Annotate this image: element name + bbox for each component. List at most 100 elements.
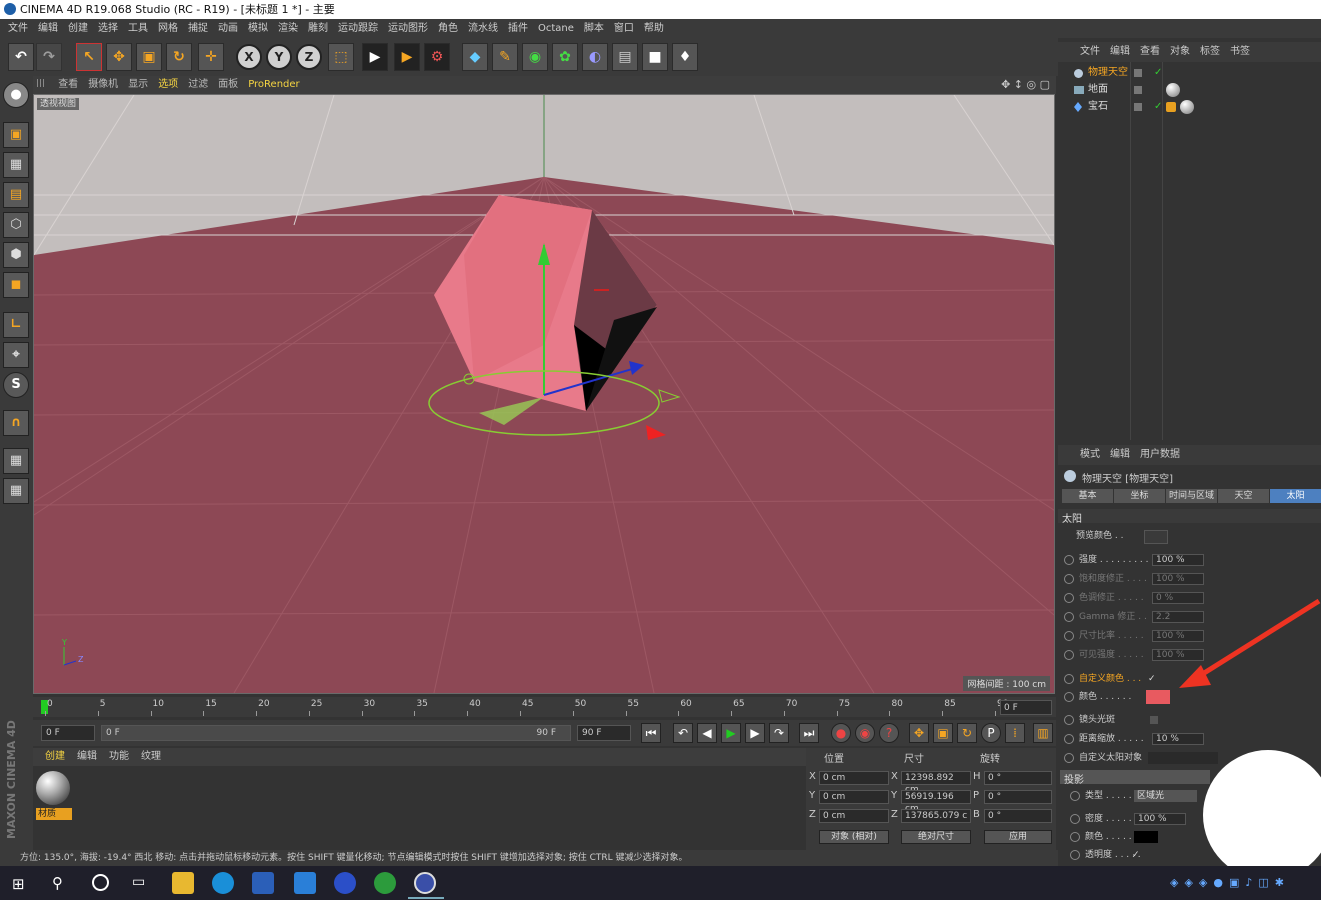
workplane-mode-icon[interactable]: ▤ — [3, 182, 29, 208]
key-rotation-icon[interactable]: ↻ — [957, 723, 977, 743]
magnet-icon[interactable]: ∩ — [3, 410, 29, 436]
animate-dot-icon[interactable] — [1064, 752, 1074, 763]
menu-item[interactable]: 选择 — [98, 19, 118, 38]
wechat-icon[interactable] — [374, 872, 396, 894]
planar-workplane-icon[interactable]: ▦ — [3, 478, 29, 504]
sun-field-value[interactable]: 100 % — [1152, 554, 1204, 566]
polygons-mode-icon[interactable]: ◼ — [3, 272, 29, 298]
menu-item[interactable]: 插件 — [508, 19, 528, 38]
density-field[interactable]: 100 % — [1134, 813, 1186, 825]
size-y-field[interactable]: 56919.196 cm — [901, 790, 971, 814]
shadow-color-row[interactable]: 颜色 . . . . . . — [1070, 829, 1158, 845]
pen-spline-icon[interactable]: ✎ — [492, 43, 518, 71]
menu-item[interactable]: Octane — [538, 19, 574, 38]
pos-z-field[interactable]: 0 cm — [819, 809, 889, 823]
floor-scene-icon[interactable]: ▤ — [612, 43, 638, 71]
render-view-icon[interactable]: ▶ — [362, 43, 388, 71]
tab-2[interactable]: 时间与区域 — [1166, 489, 1217, 503]
select-tool-icon[interactable]: ↖ — [76, 43, 102, 71]
animate-dot-icon[interactable] — [1064, 611, 1074, 622]
distance-scale-field[interactable]: 10 % — [1152, 733, 1204, 745]
axis-mode-icon[interactable]: ∟ — [3, 312, 29, 338]
redo-icon[interactable]: ↷ — [36, 43, 62, 71]
viewport-menu-item[interactable]: 过滤 — [188, 76, 208, 94]
animate-dot-icon[interactable] — [1064, 630, 1074, 641]
key-position-icon[interactable]: ✥ — [909, 723, 929, 743]
task-view-icon[interactable]: ▭ — [132, 874, 145, 890]
render-picture-viewer-icon[interactable]: ▶ — [394, 43, 420, 71]
menu-item[interactable]: 渲染 — [278, 19, 298, 38]
attribute-menu-item[interactable]: 模式 — [1080, 445, 1100, 465]
scale-tool-icon[interactable]: ▣ — [136, 43, 162, 71]
sun-field-row[interactable]: 饱和度修正 . . . . 100 % — [1064, 571, 1204, 587]
record-icon[interactable]: ● — [831, 723, 851, 743]
viewport-menu-item[interactable]: 显示 — [128, 76, 148, 94]
next-frame-icon[interactable]: ▶ — [745, 723, 765, 743]
y-axis-lock-icon[interactable]: Y — [266, 44, 292, 70]
cortana-icon[interactable] — [92, 874, 109, 891]
coordinate-mode-dropdown[interactable]: 对象 (相对) — [819, 830, 889, 844]
material-tag-icon[interactable] — [1180, 100, 1194, 114]
object-menu-item[interactable]: 编辑 — [1110, 42, 1130, 62]
viewport-nav-icon[interactable]: ✥ ↕ ◎ ▢ — [1001, 76, 1050, 94]
animate-dot-icon[interactable] — [1064, 592, 1074, 603]
animate-dot-icon[interactable] — [1070, 831, 1080, 842]
menu-item[interactable]: 脚本 — [584, 19, 604, 38]
size-z-field[interactable]: 137865.079 c — [901, 809, 971, 823]
menu-item[interactable]: 创建 — [68, 19, 88, 38]
material-preview-icon[interactable] — [36, 771, 70, 805]
coordinate-system-icon[interactable]: ⬚ — [328, 43, 354, 71]
tab-0[interactable]: 基本 — [1062, 489, 1113, 503]
object-row-floor[interactable]: 地面 — [1058, 82, 1321, 98]
tab-1[interactable]: 坐标 — [1114, 489, 1165, 503]
object-row-sky[interactable]: 物理天空 ✓ — [1058, 65, 1321, 81]
object-menu-item[interactable]: 查看 — [1140, 42, 1160, 62]
animate-dot-icon[interactable] — [1070, 849, 1080, 860]
go-to-end-icon[interactable]: ⏭ — [799, 723, 819, 743]
density-row[interactable]: 密度 . . . . . . . 100 % — [1070, 811, 1186, 827]
menu-item[interactable]: 雕刻 — [308, 19, 328, 38]
camera-icon[interactable]: ■ — [642, 43, 668, 71]
animate-dot-icon[interactable] — [1064, 714, 1074, 725]
app-window-icon[interactable] — [294, 872, 316, 894]
z-axis-lock-icon[interactable]: Z — [296, 44, 322, 70]
menu-item[interactable]: 工具 — [128, 19, 148, 38]
render-settings-icon[interactable]: ⚙ — [424, 43, 450, 71]
attribute-menu-item[interactable]: 编辑 — [1110, 445, 1130, 465]
material-menu-item[interactable]: 创建 — [45, 748, 65, 766]
start-frame-field[interactable]: 0 F — [41, 725, 95, 741]
system-tray-icons[interactable]: ◈◈◈●▣♪◫✱ — [1170, 876, 1290, 889]
viewport-menu-item[interactable]: 查看 — [58, 76, 78, 94]
sun-field-row[interactable]: 色调修正 . . . . .0 % — [1064, 590, 1204, 606]
custom-sun-link-field[interactable] — [1148, 752, 1218, 764]
pos-y-field[interactable]: 0 cm — [819, 790, 889, 804]
rot-b-field[interactable]: 0 ° — [984, 809, 1052, 823]
animate-dot-icon[interactable] — [1064, 691, 1074, 702]
sun-field-row[interactable]: Gamma 修正 . . 2.2 — [1064, 609, 1204, 625]
live-selection-icon[interactable]: ✛ — [198, 43, 224, 71]
menu-item[interactable]: 网格 — [158, 19, 178, 38]
custom-sun-row[interactable]: 自定义太阳对象 — [1064, 750, 1218, 766]
baidu-icon[interactable] — [334, 872, 356, 894]
layer-icon[interactable] — [1134, 86, 1142, 94]
apply-button[interactable]: 应用 — [984, 830, 1052, 844]
windows-start-icon[interactable]: ⊞ — [12, 875, 25, 893]
transparency-row[interactable]: 透明度 . . . . . ✓ — [1070, 847, 1141, 863]
animate-dot-icon[interactable] — [1064, 733, 1074, 744]
key-point-level-icon[interactable]: ⁞ — [1005, 723, 1025, 743]
deformer-icon[interactable]: ◐ — [582, 43, 608, 71]
menu-item[interactable]: 文件 — [8, 19, 28, 38]
cube-primitive-icon[interactable]: ◆ — [462, 43, 488, 71]
rotate-tool-icon[interactable]: ↻ — [166, 43, 192, 71]
animate-dot-icon[interactable] — [1064, 573, 1074, 584]
color-swatch[interactable] — [1146, 690, 1170, 704]
lens-flare-row[interactable]: 镜头光斑 — [1064, 712, 1158, 728]
sun-field-row[interactable]: 预览颜色 . . — [1076, 528, 1168, 544]
cinema4d-taskbar-icon[interactable] — [414, 872, 436, 894]
shadow-type-row[interactable]: 类型 . . . . . . . 区域光 — [1070, 788, 1197, 804]
previous-frame-icon[interactable]: ◀ — [697, 723, 717, 743]
auto-key-icon[interactable]: ◉ — [855, 723, 875, 743]
layer-icon[interactable] — [1134, 69, 1142, 77]
file-explorer-icon[interactable] — [172, 872, 194, 894]
material-menu-item[interactable]: 编辑 — [77, 748, 97, 766]
